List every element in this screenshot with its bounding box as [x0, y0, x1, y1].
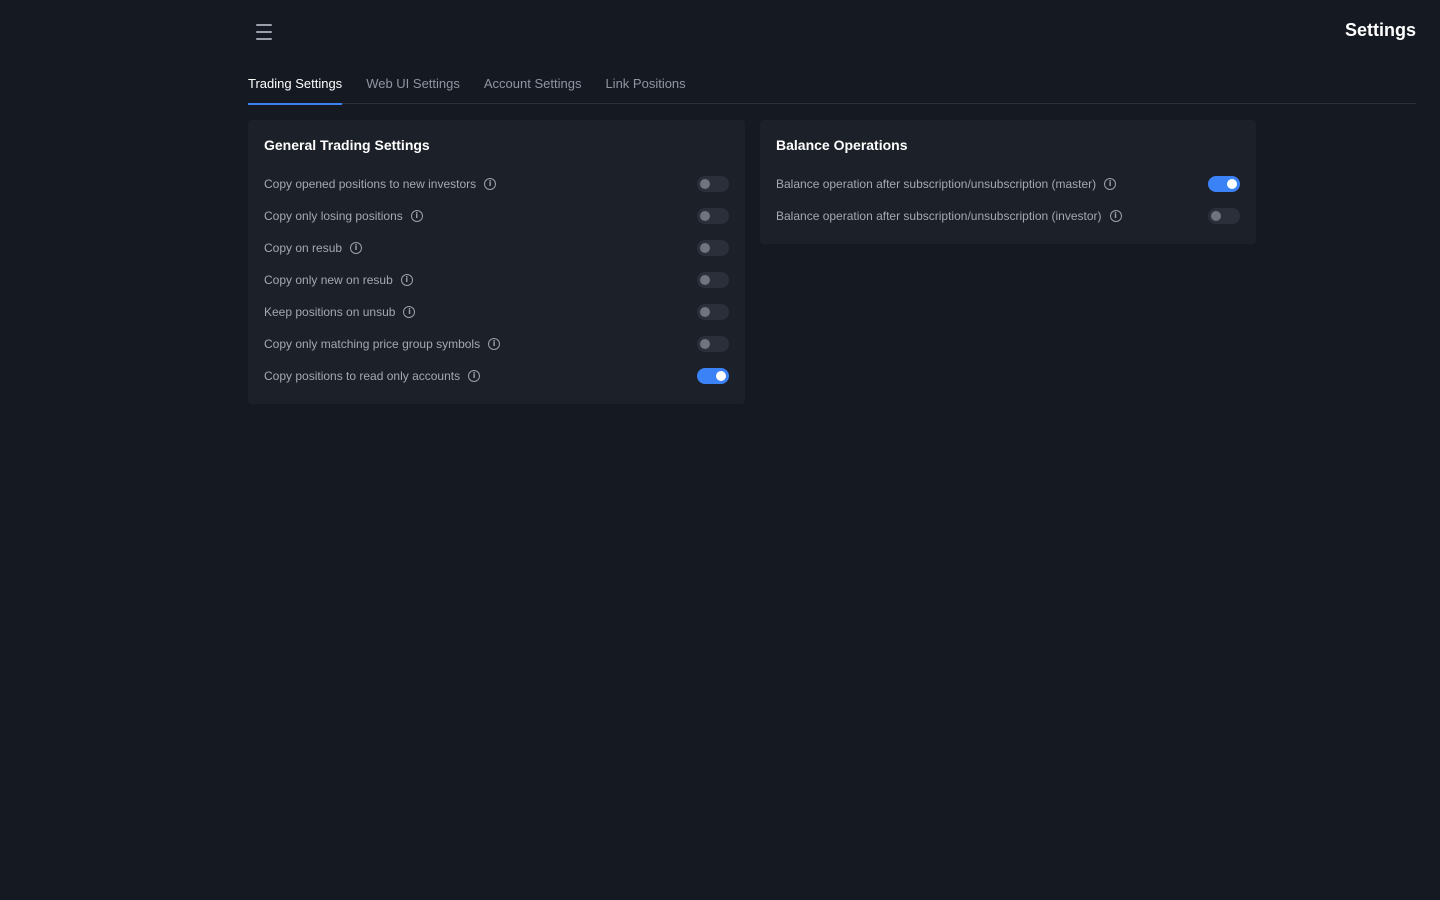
info-icon[interactable]: i	[488, 338, 501, 350]
setting-row: Keep positions on unsub i	[264, 296, 729, 328]
setting-toggle[interactable]	[697, 304, 729, 320]
setting-label: Copy only matching price group symbols	[264, 337, 481, 351]
setting-toggle[interactable]	[697, 176, 729, 192]
setting-row: Balance operation after subscription/uns…	[776, 168, 1240, 200]
tab-account-settings[interactable]: Account Settings	[484, 64, 582, 104]
toggle-knob	[700, 275, 710, 285]
setting-toggle[interactable]	[1208, 208, 1240, 224]
info-icon[interactable]: i	[410, 210, 423, 222]
toggle-knob	[716, 371, 726, 381]
info-icon[interactable]: i	[484, 178, 497, 190]
setting-label: Copy on resub	[264, 241, 343, 255]
setting-label: Copy only losing positions	[264, 209, 403, 223]
tab-web-ui-settings[interactable]: Web UI Settings	[366, 64, 460, 104]
setting-row: Copy on resub i	[264, 232, 729, 264]
info-icon[interactable]: i	[350, 242, 363, 254]
setting-label-group: Copy only losing positions i	[264, 209, 423, 223]
info-icon[interactable]: i	[1109, 210, 1122, 222]
balance-operations-card: Balance Operations Balance operation aft…	[760, 120, 1256, 244]
general-trading-settings-card: General Trading Settings Copy opened pos…	[248, 120, 745, 404]
setting-toggle[interactable]	[697, 240, 729, 256]
setting-label: Copy positions to read only accounts	[264, 369, 461, 383]
card-title: General Trading Settings	[264, 137, 430, 153]
setting-label-group: Copy on resub i	[264, 241, 363, 255]
setting-toggle[interactable]	[697, 368, 729, 384]
info-icon[interactable]: i	[400, 274, 413, 286]
setting-row: Copy only matching price group symbols i	[264, 328, 729, 360]
setting-toggle[interactable]	[697, 208, 729, 224]
setting-label-group: Copy only matching price group symbols i	[264, 337, 501, 351]
setting-label-group: Copy positions to read only accounts i	[264, 369, 481, 383]
page-title: Settings	[1344, 20, 1416, 40]
toggle-knob	[700, 179, 710, 189]
toggle-knob	[700, 243, 710, 253]
settings-list: Balance operation after subscription/uns…	[776, 168, 1240, 232]
tab-link-positions[interactable]: Link Positions	[605, 64, 685, 104]
setting-label-group: Balance operation after subscription/uns…	[776, 209, 1122, 223]
setting-toggle[interactable]	[697, 272, 729, 288]
setting-row: Copy only new on resub i	[264, 264, 729, 296]
setting-label: Copy only new on resub	[264, 273, 393, 287]
setting-label: Balance operation after subscription/uns…	[776, 177, 1097, 191]
setting-label: Keep positions on unsub	[264, 305, 396, 319]
toggle-knob	[700, 339, 710, 349]
setting-label-group: Keep positions on unsub i	[264, 305, 416, 319]
tab-trading-settings[interactable]: Trading Settings	[248, 64, 343, 105]
toggle-knob	[700, 307, 710, 317]
settings-tabs: Trading Settings Web UI Settings Account…	[248, 64, 1416, 105]
setting-row: Balance operation after subscription/uns…	[776, 200, 1240, 232]
top-bar: Settings	[0, 0, 1440, 64]
card-title: Balance Operations	[776, 137, 908, 153]
setting-label-group: Copy opened positions to new investors i	[264, 177, 497, 191]
info-icon[interactable]: i	[403, 306, 416, 318]
toggle-knob	[1211, 211, 1221, 221]
hamburger-menu-icon[interactable]	[248, 18, 280, 46]
setting-row: Copy only losing positions i	[264, 200, 729, 232]
toggle-knob	[700, 211, 710, 221]
setting-label-group: Copy only new on resub i	[264, 273, 413, 287]
setting-label: Copy opened positions to new investors	[264, 177, 477, 191]
setting-row: Copy opened positions to new investors i	[264, 168, 729, 200]
setting-label-group: Balance operation after subscription/uns…	[776, 177, 1117, 191]
setting-toggle[interactable]	[1208, 176, 1240, 192]
settings-list: Copy opened positions to new investors i…	[264, 168, 729, 392]
info-icon[interactable]: i	[1104, 178, 1117, 190]
toggle-knob	[1227, 179, 1237, 189]
info-icon[interactable]: i	[468, 370, 481, 382]
setting-row: Copy positions to read only accounts i	[264, 360, 729, 392]
setting-toggle[interactable]	[697, 336, 729, 352]
setting-label: Balance operation after subscription/uns…	[776, 209, 1102, 223]
